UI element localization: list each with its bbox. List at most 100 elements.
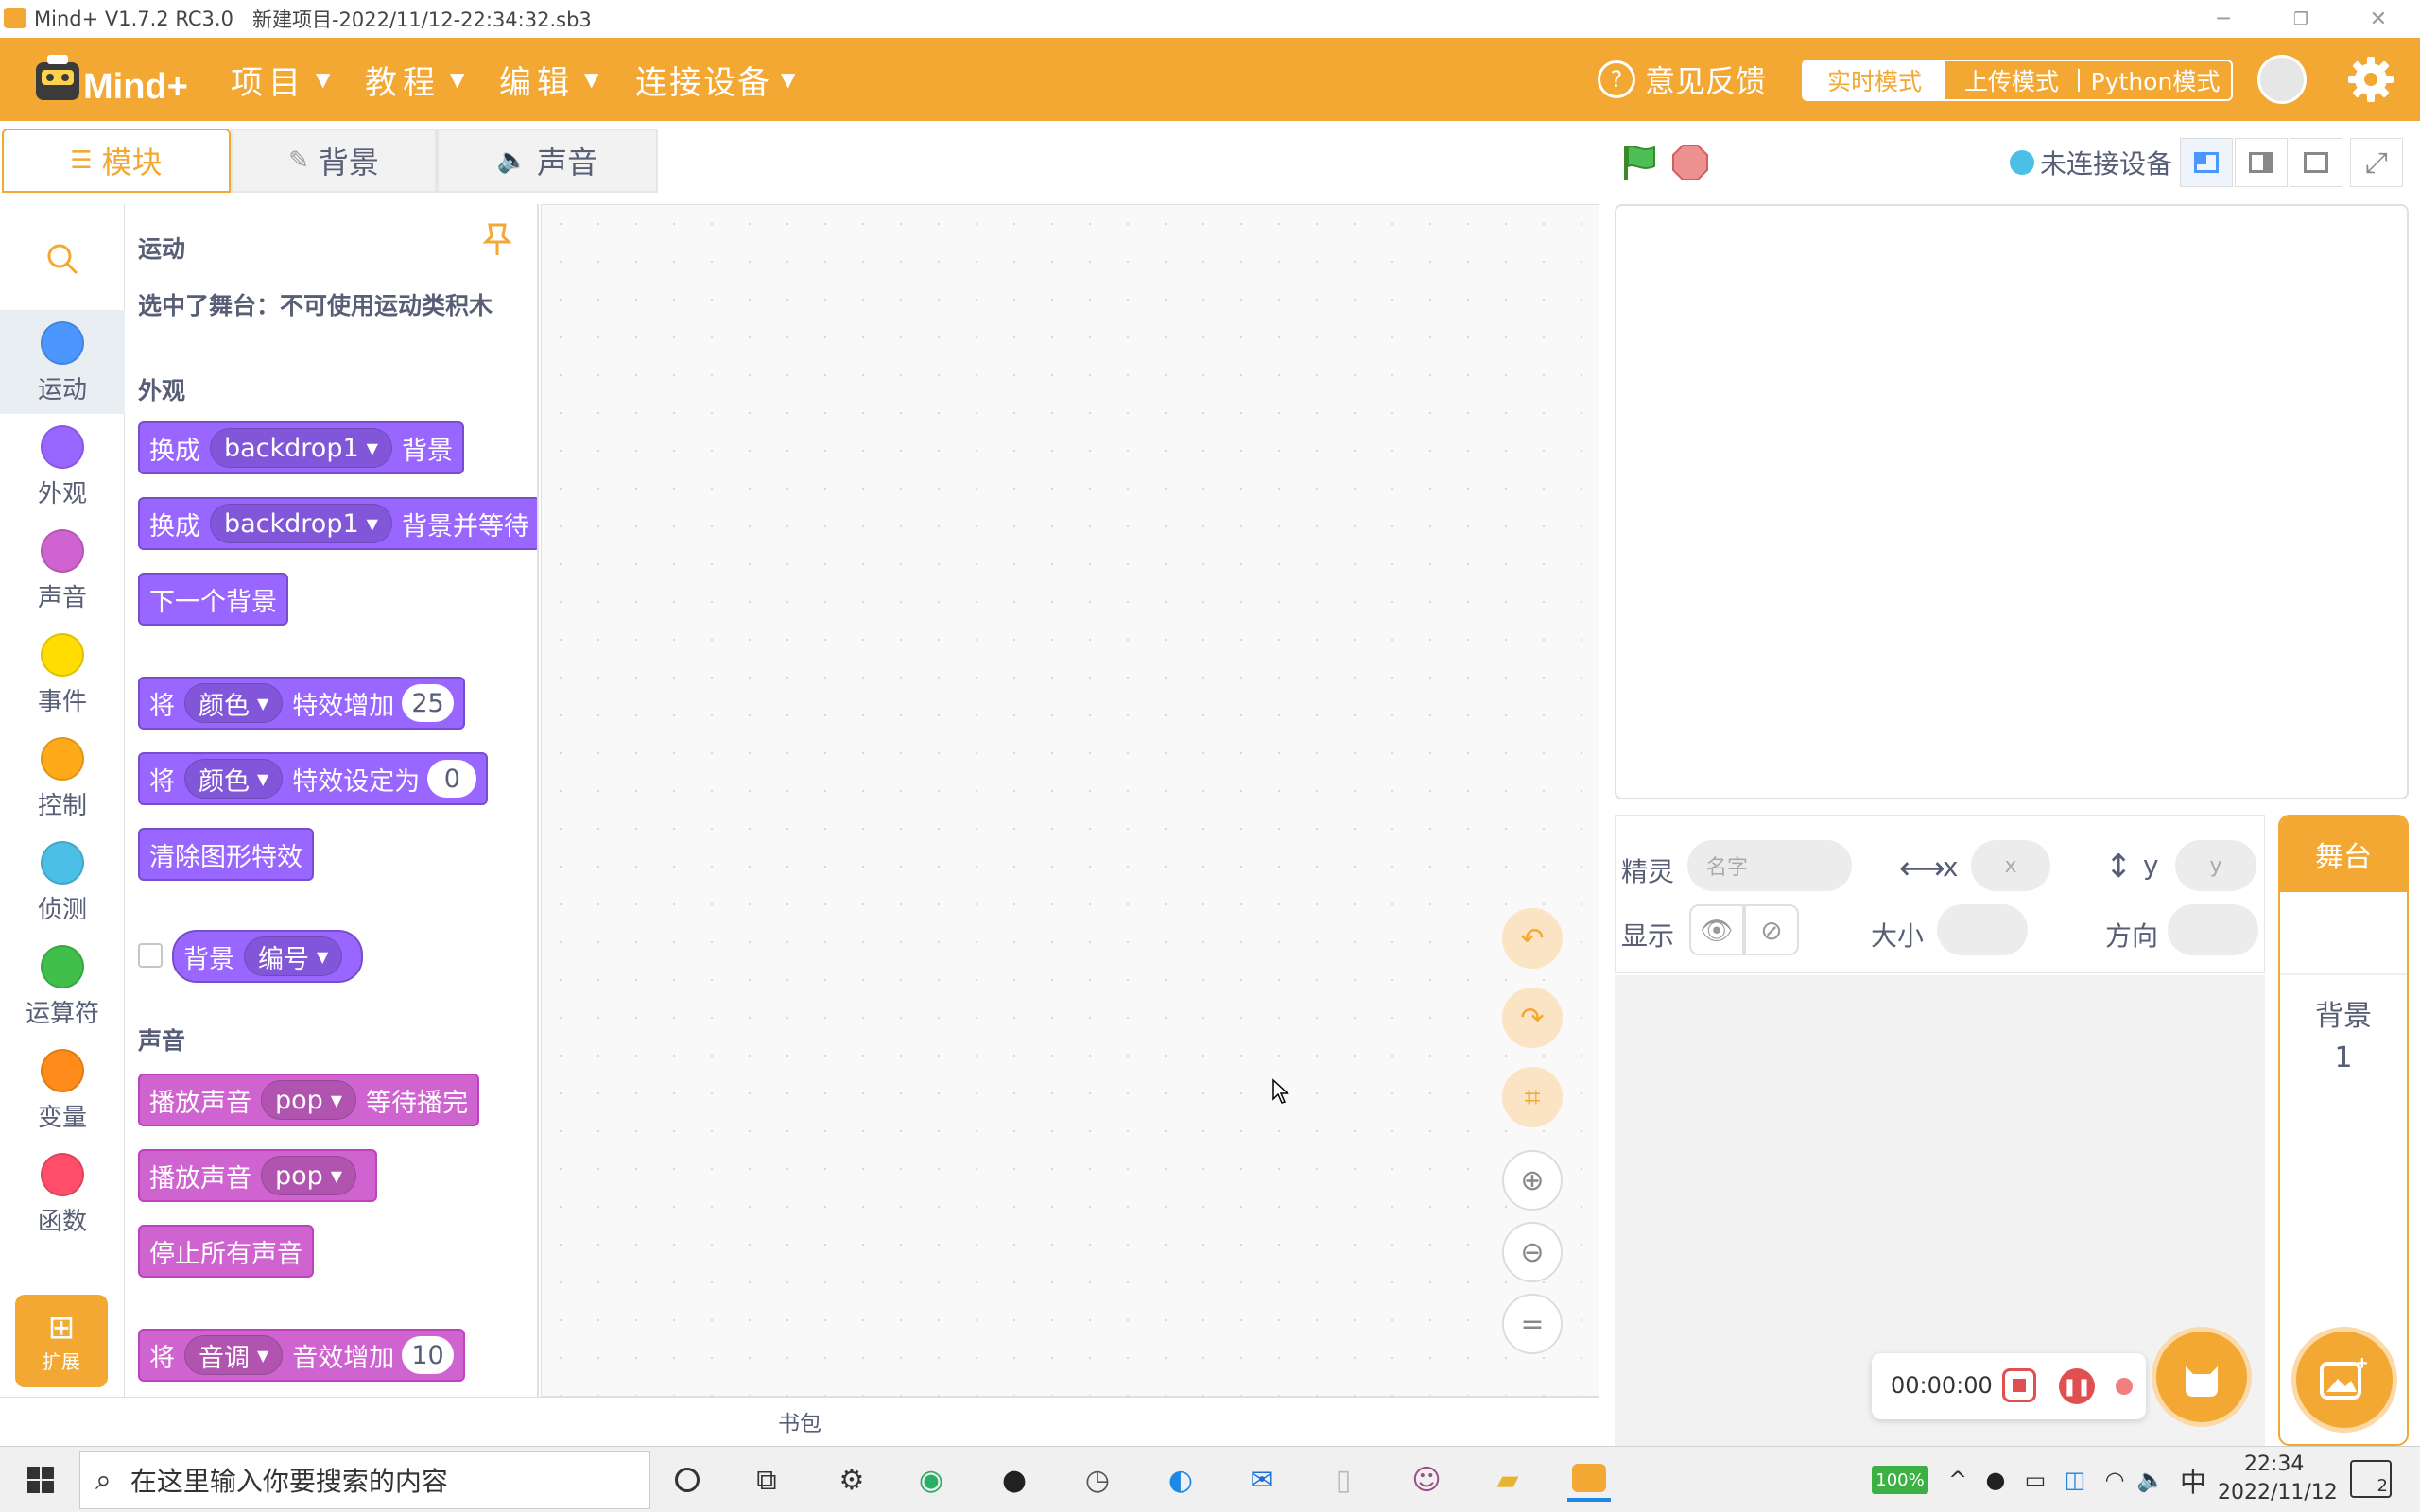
- block-change-effect[interactable]: 将 颜色 ▼ 特效增加 25: [138, 677, 465, 730]
- backdrop-dropdown[interactable]: backdrop1 ▼: [210, 428, 392, 468]
- menu-project[interactable]: 项目 ▼: [231, 38, 330, 121]
- mindplus-taskbar-icon[interactable]: [1567, 1458, 1611, 1502]
- wechat-icon[interactable]: ◉: [909, 1458, 953, 1502]
- pause-recording-icon[interactable]: ❚❚: [2059, 1368, 2095, 1404]
- size-input[interactable]: [1937, 904, 2028, 955]
- mode-realtime[interactable]: 实时模式: [1804, 61, 1945, 99]
- document-icon[interactable]: ▯: [1322, 1458, 1365, 1502]
- windows-start-icon[interactable]: [19, 1458, 62, 1502]
- backdrop-property-dropdown[interactable]: 编号 ▼: [244, 936, 343, 976]
- mail-icon[interactable]: ✉: [1240, 1458, 1284, 1502]
- category-variables[interactable]: 变量: [0, 1038, 125, 1142]
- gear-icon[interactable]: [2344, 53, 2397, 106]
- zoom-out-button[interactable]: ⊖: [1502, 1222, 1563, 1282]
- feedback-button[interactable]: ? 意见反馈: [1598, 38, 1766, 121]
- y-input[interactable]: y: [2175, 840, 2256, 891]
- block-clear-effects[interactable]: 清除图形特效: [138, 828, 314, 881]
- ime-indicator[interactable]: 中: [2180, 1462, 2206, 1500]
- category-control[interactable]: 控制: [0, 726, 125, 830]
- menu-edit[interactable]: 编辑 ▼: [499, 38, 598, 121]
- block-change-sound-effect[interactable]: 将 音调 ▼ 音效增加 10: [138, 1329, 465, 1382]
- clock-app-icon[interactable]: ◷: [1076, 1458, 1119, 1502]
- pin-icon[interactable]: [482, 221, 512, 259]
- category-motion[interactable]: 运动: [0, 310, 125, 414]
- effect-value-input[interactable]: 0: [427, 760, 477, 798]
- avatar-app-icon[interactable]: ☺: [1405, 1458, 1448, 1502]
- record-icon[interactable]: [2116, 1378, 2133, 1395]
- tab-backdrops[interactable]: ✎ 背景: [231, 129, 437, 193]
- tray-app-icon[interactable]: ◫: [2053, 1458, 2097, 1502]
- category-looks[interactable]: 外观: [0, 414, 125, 518]
- effect-dropdown[interactable]: 颜色 ▼: [184, 759, 284, 799]
- category-sound[interactable]: 声音: [0, 518, 125, 622]
- sound-effect-dropdown[interactable]: 音调 ▼: [184, 1335, 284, 1375]
- menu-connect-device[interactable]: 连接设备 ▼: [635, 38, 795, 121]
- layout-normal-stage-button[interactable]: [2235, 138, 2288, 187]
- block-next-backdrop[interactable]: 下一个背景: [138, 573, 288, 626]
- task-view-icon[interactable]: ⧉: [745, 1458, 788, 1502]
- extension-button[interactable]: ⊞ 扩展: [15, 1295, 108, 1387]
- category-events[interactable]: 事件: [0, 622, 125, 726]
- category-operators[interactable]: 运算符: [0, 934, 125, 1038]
- sound-dropdown[interactable]: pop ▼: [261, 1156, 357, 1195]
- sound-effect-amount-input[interactable]: 10: [402, 1336, 454, 1374]
- backdrop-monitor-checkbox[interactable]: [138, 943, 163, 968]
- layout-small-stage-button[interactable]: [2180, 138, 2233, 187]
- settings-gear-icon[interactable]: ⚙: [830, 1458, 873, 1502]
- block-stop-all-sounds[interactable]: 停止所有声音: [138, 1225, 314, 1278]
- block-switch-backdrop-wait[interactable]: 换成 backdrop1 ▼ 背景并等待: [138, 497, 537, 550]
- zoom-reset-button[interactable]: =: [1502, 1294, 1563, 1354]
- block-play-sound-until-done[interactable]: 播放声音 pop ▼ 等待播完: [138, 1074, 480, 1126]
- menu-tutorial[interactable]: 教程 ▼: [365, 38, 464, 121]
- sound-dropdown[interactable]: pop ▼: [261, 1080, 357, 1120]
- effect-amount-input[interactable]: 25: [402, 684, 454, 722]
- mindplus-logo[interactable]: Mind+: [32, 51, 199, 110]
- effect-dropdown[interactable]: 颜色 ▼: [184, 683, 284, 723]
- stage-canvas[interactable]: [1615, 204, 2409, 799]
- backdrop-dropdown[interactable]: backdrop1 ▼: [210, 504, 392, 543]
- file-explorer-icon[interactable]: ▰: [1486, 1458, 1530, 1502]
- block-switch-backdrop[interactable]: 换成 backdrop1 ▼ 背景: [138, 421, 464, 474]
- redo-button[interactable]: ↷: [1502, 988, 1563, 1048]
- block-backdrop-reporter[interactable]: 背景 编号 ▼: [172, 930, 364, 983]
- volume-icon[interactable]: 🔈: [2129, 1458, 2172, 1502]
- notification-center-icon[interactable]: 2: [2350, 1460, 2392, 1498]
- tab-sounds[interactable]: 🔈 声音: [437, 129, 658, 193]
- show-visible-eye-icon[interactable]: 👁: [1689, 904, 1744, 955]
- cortana-icon[interactable]: [666, 1458, 709, 1502]
- zoom-in-button[interactable]: ⊕: [1502, 1150, 1563, 1211]
- layout-large-stage-button[interactable]: [2290, 138, 2342, 187]
- search-icon[interactable]: [43, 240, 81, 278]
- user-avatar[interactable]: [2257, 55, 2307, 104]
- add-backdrop-button[interactable]: +: [2291, 1327, 2397, 1433]
- backpack-bar[interactable]: 书包: [0, 1397, 1599, 1444]
- restore-button[interactable]: ❐: [2273, 0, 2329, 38]
- show-hidden-eye-off-icon[interactable]: ⊘: [1744, 904, 1799, 955]
- stage-thumbnail[interactable]: [2280, 892, 2407, 975]
- mode-upload[interactable]: 上传模式: [1945, 61, 2078, 99]
- stop-recording-icon[interactable]: [2002, 1368, 2036, 1402]
- add-sprite-button[interactable]: [2152, 1327, 2252, 1427]
- tab-blocks[interactable]: ☰ 模块: [2, 129, 231, 193]
- fullscreen-button[interactable]: ⤢: [2350, 138, 2403, 187]
- taskbar-time[interactable]: 22:34: [2244, 1452, 2304, 1476]
- green-flag-icon[interactable]: [1620, 144, 1658, 181]
- edge-browser-icon[interactable]: ◐: [1159, 1458, 1202, 1502]
- block-play-sound[interactable]: 播放声音 pop ▼: [138, 1149, 378, 1202]
- close-button[interactable]: ✕: [2350, 0, 2407, 38]
- script-workspace[interactable]: ↶ ↷ ⌗ ⊕ ⊖ =: [541, 204, 1599, 1397]
- taskbar-search-box[interactable]: ⌕ 在这里输入你要搜索的内容: [79, 1451, 650, 1509]
- mode-python[interactable]: Python模式: [2080, 61, 2231, 99]
- minimize-button[interactable]: ─: [2195, 0, 2252, 38]
- qq-tray-icon[interactable]: ●: [1974, 1458, 2017, 1502]
- taskbar-date[interactable]: 2022/11/12: [2218, 1481, 2338, 1504]
- battery-tray-icon[interactable]: ▭: [2014, 1458, 2057, 1502]
- stop-icon[interactable]: [1671, 144, 1709, 181]
- undo-button[interactable]: ↶: [1502, 908, 1563, 969]
- x-input[interactable]: x: [1971, 840, 2050, 891]
- crop-button[interactable]: ⌗: [1502, 1067, 1563, 1127]
- qq-icon[interactable]: ●: [993, 1458, 1036, 1502]
- sprite-name-input[interactable]: 名字: [1687, 840, 1852, 891]
- direction-input[interactable]: [2168, 904, 2258, 955]
- category-functions[interactable]: 函数: [0, 1142, 125, 1246]
